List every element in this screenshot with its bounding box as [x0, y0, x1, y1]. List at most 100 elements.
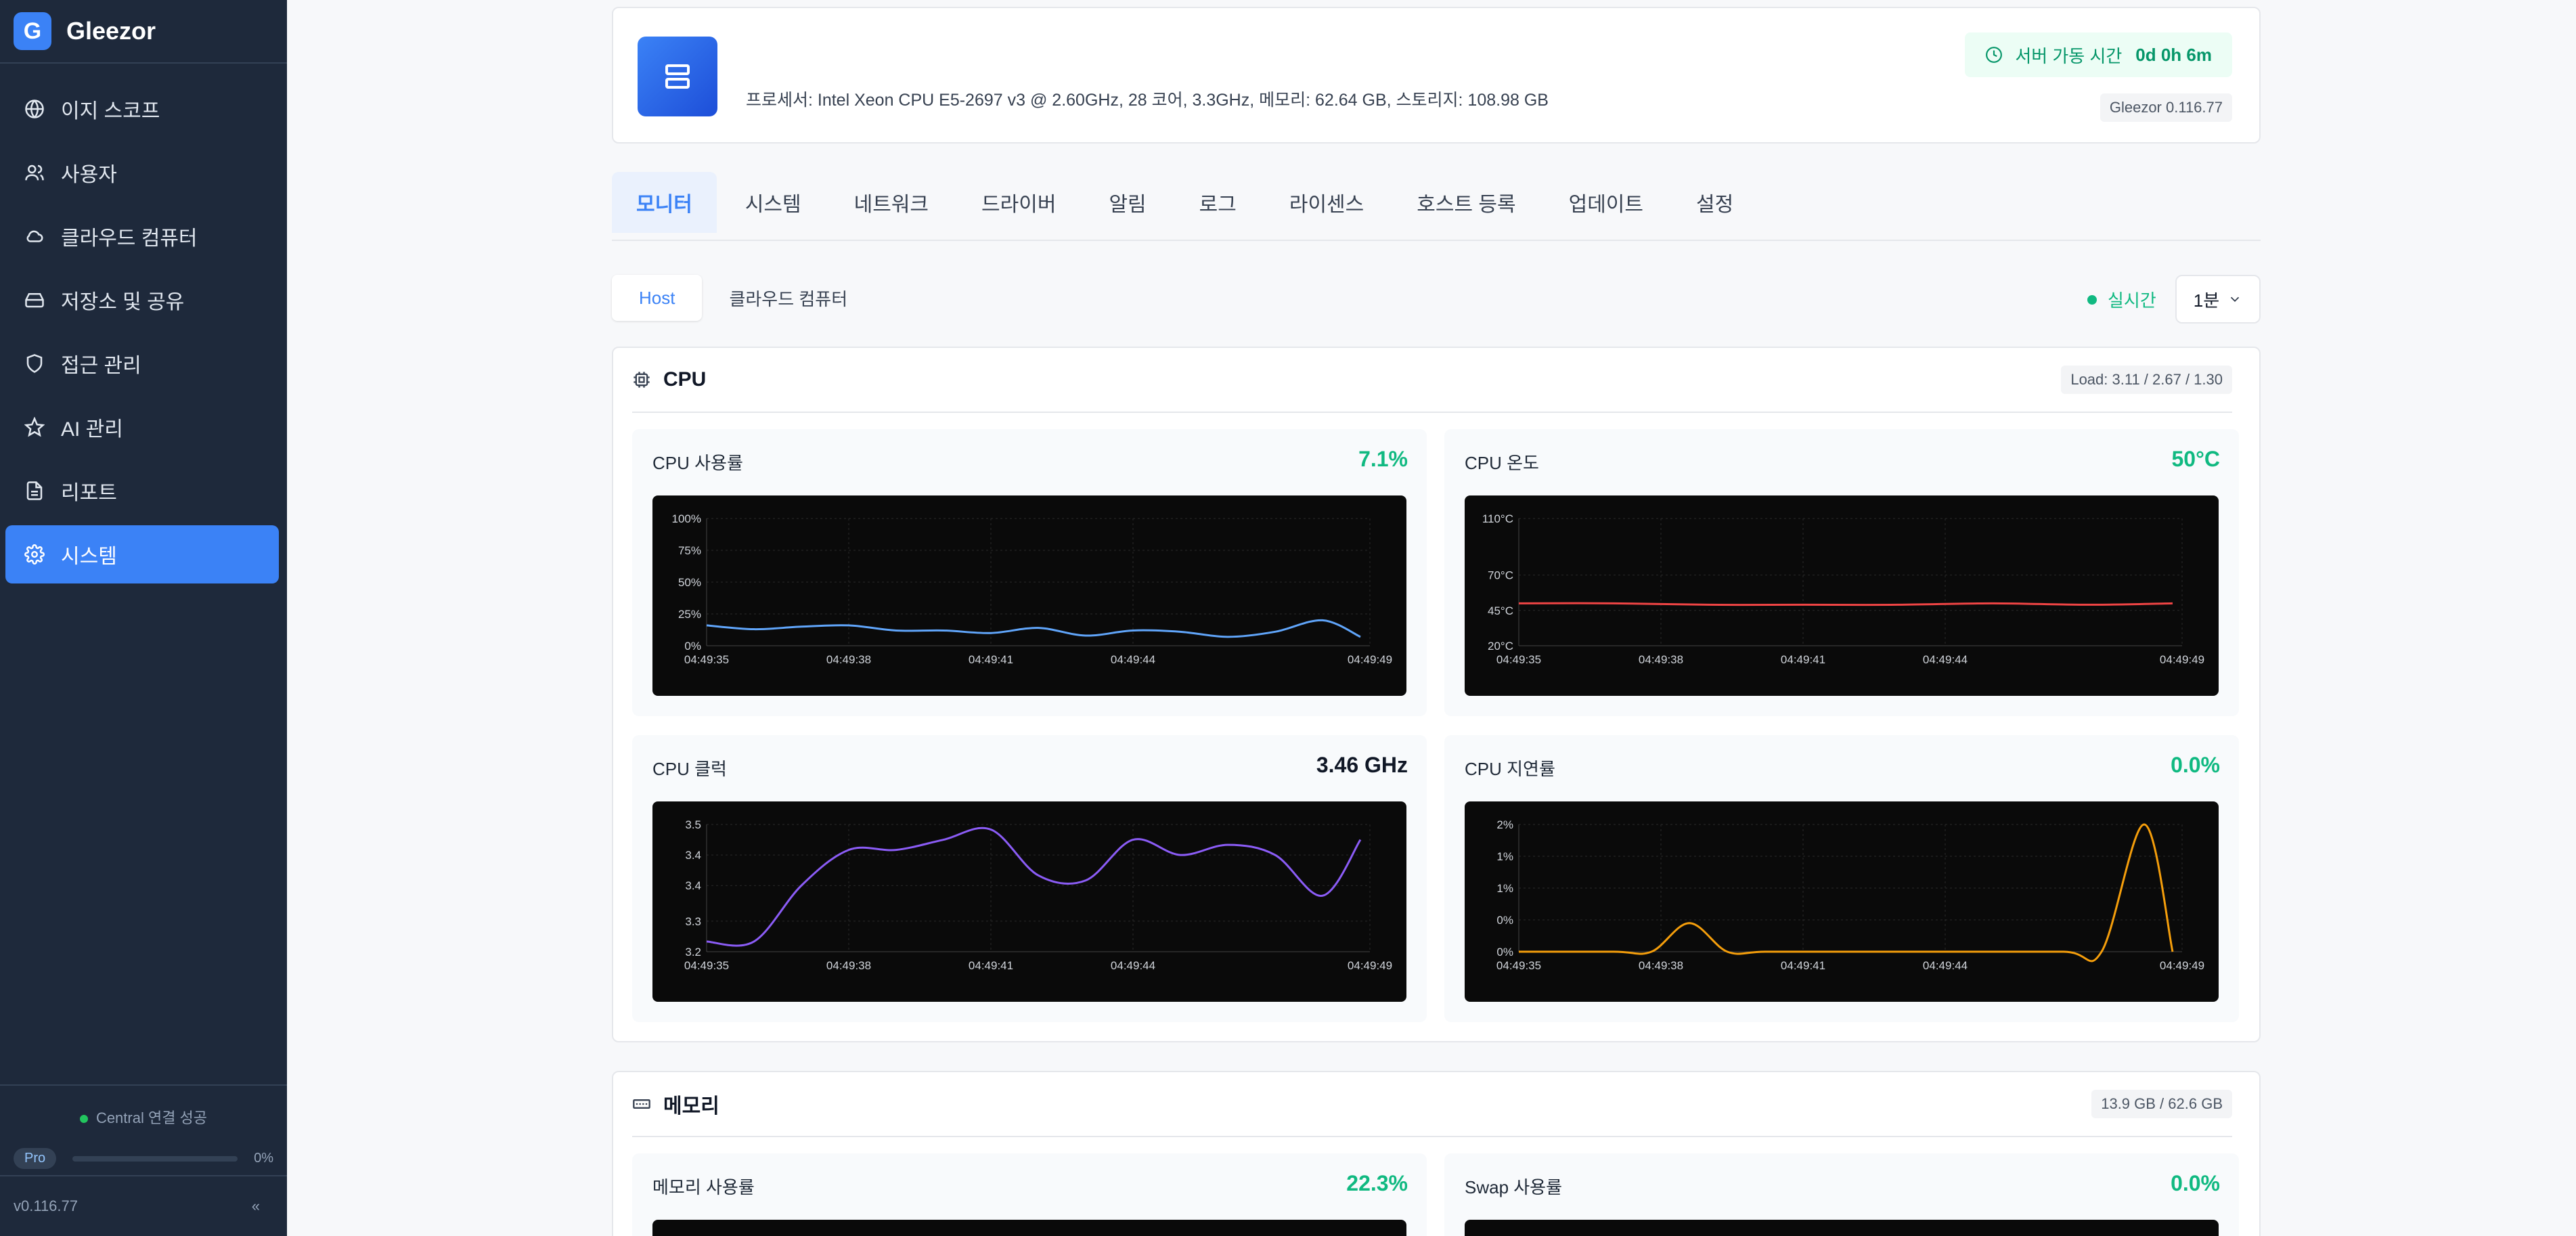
plan-progress-label: 0% — [254, 1151, 273, 1166]
brand-name: Gleezor — [66, 17, 156, 45]
uptime-label: 서버 가동 시간 — [2015, 45, 2123, 66]
chevron-down-icon — [2231, 296, 2240, 303]
tab-driver[interactable]: 드라이버 — [957, 172, 1080, 233]
brand-logo: G — [14, 12, 51, 50]
sidebar-item-ai[interactable]: AI 관리 — [5, 398, 279, 456]
cpu-section-header: CPU Load: 3.11 / 2.67 / 1.30 — [632, 348, 2232, 413]
series-line — [1518, 602, 2173, 606]
tab-monitor[interactable]: 모니터 — [612, 172, 717, 233]
cpu-clock-panel: CPU 클럭 3.46 GHz 3.5 3.4 3.4 3.3 3.2 04:49:35 0… — [632, 735, 1427, 1022]
tab-license[interactable]: 라이센스 — [1265, 172, 1388, 233]
tab-network[interactable]: 네트워크 — [830, 172, 953, 233]
memory-section: 메모리 13.9 GB / 62.6 GB 메모리 사용률 22.3% Swap… — [612, 1071, 2261, 1236]
panel-title: CPU 클럭 — [652, 759, 727, 779]
central-status-text: Central 연결 성공 — [95, 1109, 208, 1126]
y-tick-label: 0% — [1496, 946, 1513, 958]
series-line — [1519, 823, 2174, 963]
tab-settings[interactable]: 설정 — [1672, 172, 1758, 233]
x-tick-label: 04:49:41 — [969, 959, 1013, 972]
y-tick-label: 75% — [678, 544, 701, 557]
sidebar-item-report[interactable]: 리포트 — [5, 462, 279, 520]
tab-system[interactable]: 시스템 — [721, 172, 826, 233]
swap-usage-panel: Swap 사용률 0.0% — [1444, 1153, 2239, 1236]
subtab-host[interactable]: Host — [612, 275, 703, 321]
main-content: 프로세서: Intel Xeon CPU E5-2697 v3 @ 2.60GH… — [287, 0, 2576, 1236]
plan-row: Pro 0% — [14, 1148, 273, 1169]
version-row: v0.116.77 « — [0, 1175, 287, 1236]
shield-icon — [26, 354, 43, 373]
x-tick-label: 04:49:49 — [2160, 959, 2204, 972]
interval-value: 1분 — [2193, 290, 2220, 311]
app-version-badge: Gleezor 0.116.77 — [2100, 93, 2232, 122]
sidebar-item-label: 리포트 — [61, 482, 117, 504]
sidebar-item-storage[interactable]: 저장소 및 공유 — [5, 271, 279, 329]
star-icon — [24, 417, 45, 437]
uptime-value: 0d 0h 6m — [2135, 44, 2212, 65]
sidebar-item-easyscope[interactable]: 이지 스코프 — [5, 80, 279, 138]
sidebar-item-users[interactable]: 사용자 — [5, 144, 279, 202]
gear-icon — [24, 544, 45, 565]
x-tick-label: 04:49:49 — [1348, 959, 1392, 972]
hard-drive-icon — [25, 293, 44, 308]
y-tick-label: 0% — [1496, 914, 1513, 927]
y-tick-label: 1% — [1496, 850, 1513, 863]
y-tick-label: 100% — [672, 512, 701, 525]
x-tick-label: 04:49:49 — [1348, 653, 1392, 666]
tab-log[interactable]: 로그 — [1175, 172, 1261, 233]
y-tick-label: 0% — [684, 640, 701, 653]
host-spec: 프로세서: Intel Xeon CPU E5-2697 v3 @ 2.60GH… — [746, 91, 1549, 110]
memory-icon — [633, 1099, 650, 1109]
panel-title: Swap 사용률 — [1465, 1177, 1563, 1197]
series-line — [706, 619, 1361, 638]
y-tick-label: 45°C — [1488, 604, 1513, 617]
sidebar: G Gleezor 이지 스코프 사용자 클라우드 컴퓨터 저장소 및 공유 접… — [0, 0, 287, 1236]
y-tick-label: 3.5 — [685, 818, 701, 831]
cpu-usage-panel: CPU 사용률 7.1% 100% 75% 50% 25% 0% 04:49:35 04:4… — [632, 429, 1427, 716]
clock-icon — [1986, 47, 2003, 63]
memory-usage-panel: 메모리 사용률 22.3% — [632, 1153, 1427, 1236]
tab-alert[interactable]: 알림 — [1084, 172, 1170, 233]
sidebar-item-system[interactable]: 시스템 — [5, 525, 279, 583]
cpu-latency-chart: 2% 1% 1% 0% 0% 04:49:35 04:49:38 04:49:41 04:49:… — [1465, 801, 2219, 1002]
y-tick-label: 70°C — [1488, 569, 1513, 582]
sidebar-item-cloud-computer[interactable]: 클라우드 컴퓨터 — [5, 207, 279, 265]
sub-tabs: Host 클라우드 컴퓨터 — [612, 275, 874, 321]
x-tick-label: 04:49:38 — [826, 653, 871, 666]
interval-select[interactable]: 1분 — [2175, 275, 2261, 324]
panel-value: 0.0% — [2171, 753, 2220, 777]
subtab-cloud-computer[interactable]: 클라우드 컴퓨터 — [702, 275, 874, 321]
x-tick-label: 04:49:44 — [1923, 959, 1968, 972]
collapse-sidebar-button[interactable]: « — [252, 1197, 260, 1215]
sidebar-item-label: AI 관리 — [61, 418, 123, 441]
cpu-usage-chart: 100% 75% 50% 25% 0% 04:49:35 04:49:38 04:49:41 0… — [652, 495, 1406, 696]
x-tick-label: 04:49:35 — [684, 959, 729, 972]
swap-usage-chart — [1465, 1220, 2219, 1236]
status-dot — [79, 1115, 88, 1124]
memory-usage-chart — [652, 1220, 1406, 1236]
cpu-icon — [634, 372, 650, 388]
brand[interactable]: G Gleezor — [0, 0, 287, 64]
tab-host-register[interactable]: 호스트 등록 — [1392, 172, 1540, 233]
sidebar-item-access[interactable]: 접근 관리 — [5, 334, 279, 393]
x-tick-label: 04:49:38 — [1639, 653, 1683, 666]
cpu-temp-chart: 110°C 70°C 45°C 20°C 04:49:35 04:49:38 04:49:4… — [1465, 495, 2219, 696]
panel-title: CPU 온도 — [1465, 453, 1539, 473]
tab-update[interactable]: 업데이트 — [1545, 172, 1668, 233]
panel-value: 0.0% — [2171, 1171, 2220, 1195]
load-badge: Load: 3.11 / 2.67 / 1.30 — [2061, 366, 2232, 394]
panel-title: 메모리 사용률 — [652, 1177, 755, 1197]
panel-value: 7.1% — [1358, 447, 1408, 471]
series-line — [706, 826, 1362, 947]
uptime-badge: 서버 가동 시간 0d 0h 6m — [1965, 32, 2232, 77]
realtime-label: 실시간 — [2108, 290, 2156, 311]
panel-title: CPU 지연률 — [1465, 759, 1555, 779]
central-status-block: Central 연결 성공 Pro 0% — [0, 1084, 287, 1175]
memory-section-header: 메모리 13.9 GB / 62.6 GB — [632, 1072, 2232, 1137]
cpu-latency-panel: CPU 지연률 0.0% 2% 1% 1% 0% 0% 04:49:35 04:49:38 0… — [1444, 735, 2239, 1022]
y-tick-label: 3.4 — [685, 849, 701, 862]
panel-value: 3.46 GHz — [1316, 753, 1408, 777]
users-icon — [25, 164, 44, 181]
y-tick-label: 50% — [678, 576, 701, 589]
y-tick-label: 3.2 — [685, 946, 701, 958]
x-tick-label: 04:49:38 — [1639, 959, 1683, 972]
